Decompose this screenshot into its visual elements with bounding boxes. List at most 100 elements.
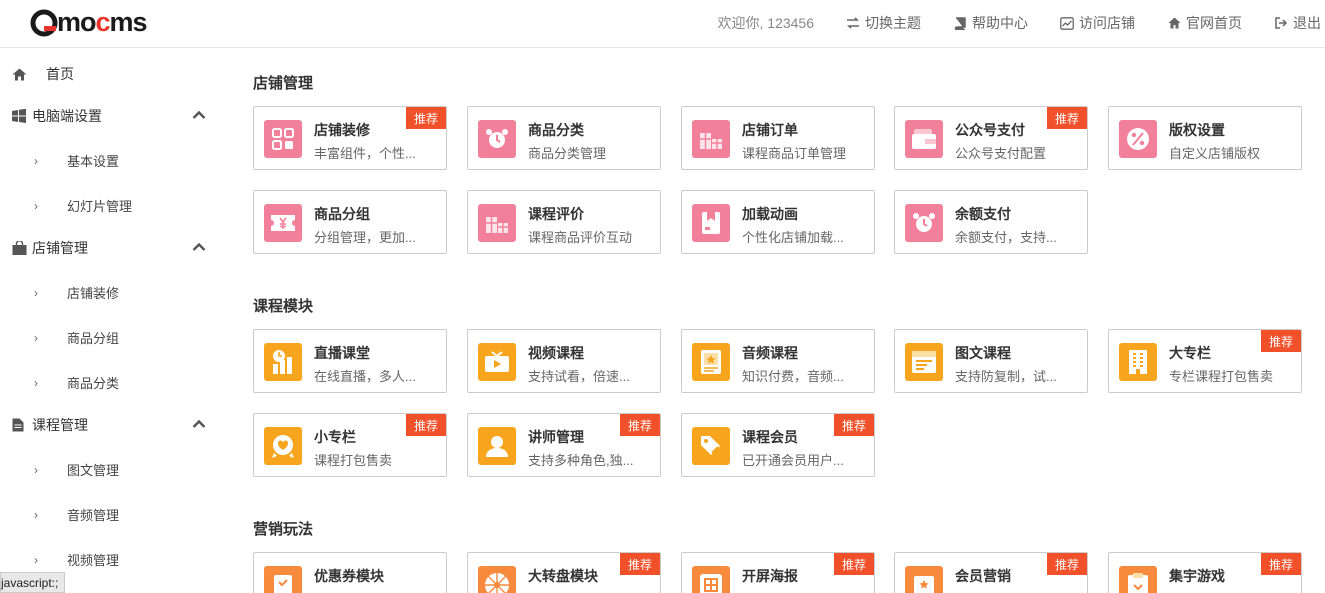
recommend-badge: 推荐 [834,414,874,436]
sidebar-item-product-category[interactable]: › 商品分类 [0,360,230,405]
module-card-title: 音频课程 [742,345,798,361]
module-card-desc: 丰富组件，个性... [314,146,416,161]
module-card-desc: 余额支付，支持... [955,230,1057,245]
sidebar-group-store[interactable]: 店铺管理 [0,226,230,270]
module-card[interactable]: 余额支付余额支付，支持... [894,190,1088,254]
module-card[interactable]: 商品分类商品分类管理 [467,106,661,170]
module-card[interactable]: 加载动画 个性化店铺加载... [681,190,875,254]
chevron-right-icon: › [34,552,38,567]
sidebar-group-store-label: 店铺管理 [32,240,88,256]
module-card-title: 加载动画 [742,206,798,222]
module-card[interactable]: 直播课堂 在线直播，多人... [253,329,447,393]
module-card[interactable]: 音频课程 知识付费，音频... [681,329,875,393]
module-card[interactable]: 店铺装修 丰富组件，个性... 推荐 [253,106,447,170]
module-card[interactable]: 大转盘模块 推荐 [467,552,661,593]
module-card[interactable]: 小专栏课程打包售卖 推荐 [253,413,447,477]
module-card-title: 课程会员 [742,429,798,445]
module-card-title: 讲师管理 [528,429,584,445]
sidebar-item-audio[interactable]: › 音频管理 [0,492,230,537]
recommend-badge: 推荐 [620,553,660,575]
sidebar-group-course[interactable]: 课程管理 [0,403,230,447]
recommend-badge: 推荐 [834,553,874,575]
module-card-desc: 课程打包售卖 [314,453,393,468]
module-card[interactable]: 课程评价 课程商品评价互动 [467,190,661,254]
module-card-desc: 商品分类管理 [528,146,607,161]
module-card-title: 版权设置 [1169,122,1225,138]
article-card-icon [905,343,943,381]
help-center-label: 帮助中心 [972,15,1028,31]
heart-badge-icon [264,427,302,465]
sidebar-item-home[interactable]: 首页 [0,52,230,96]
wheel-icon [478,566,516,593]
sidebar: 首页 电脑端设置 › 基本设置 › 幻灯片管理 店铺管理 › 店铺装修 › 商品… [0,48,230,593]
logout-label: 退出 [1293,15,1321,31]
module-card-title: 小专栏 [314,429,356,445]
module-card[interactable]: 商品分组 分组管理，更加... [253,190,447,254]
sidebar-group-pc-settings[interactable]: 电脑端设置 [0,94,230,138]
file-icon [12,418,28,432]
logo[interactable]: mocms [30,6,190,40]
sidebar-item-product-group[interactable]: › 商品分组 [0,315,230,360]
section-title-marketing: 营销玩法 [253,521,314,538]
module-card[interactable]: 开屏海报 推荐 [681,552,875,593]
module-card-desc: 课程商品订单管理 [742,146,847,161]
module-card[interactable]: 图文课程支持防复制，试... [894,329,1088,393]
module-card-title: 开屏海报 [742,568,798,584]
module-card-desc: 已开通会员用户... [742,453,844,468]
recommend-badge: 推荐 [406,414,446,436]
help-center-link[interactable]: 帮助中心 [953,13,1028,33]
module-card-title: 图文课程 [955,345,1011,361]
module-card[interactable]: 公众号支付 公众号支付配置 推荐 [894,106,1088,170]
sidebar-item-article[interactable]: › 图文管理 [0,447,230,492]
official-home-label: 官网首页 [1186,15,1242,31]
module-card-desc: 公众号支付配置 [955,146,1047,161]
sidebar-item-product-group-label: 商品分组 [67,331,120,346]
visit-store-link[interactable]: 访问店铺 [1060,13,1135,33]
module-card-title: 会员营销 [955,568,1011,584]
module-card[interactable]: 课程会员已开通会员用户... 推荐 [681,413,875,477]
chart-window-icon [1060,16,1074,30]
module-card[interactable]: 会员营销 推荐 [894,552,1088,593]
switch-theme-link[interactable]: 切换主题 [846,13,921,33]
module-card[interactable]: 店铺订单 课程商品订单管理 [681,106,875,170]
module-card[interactable]: 视频课程 支持试看，倍速... [467,329,661,393]
yen-ticket-icon [264,204,302,242]
recommend-badge: 推荐 [1261,330,1301,352]
sidebar-item-basic-settings[interactable]: › 基本设置 [0,138,230,183]
visit-store-label: 访问店铺 [1079,15,1135,31]
logout-link[interactable]: 退出 [1274,13,1321,33]
sidebar-item-home-label: 首页 [46,66,74,82]
module-card[interactable]: 大专栏 专栏课程打包售卖 推荐 [1108,329,1302,393]
module-card-title: 余额支付 [955,206,1011,222]
module-card[interactable]: 集宇游戏 推荐 [1108,552,1302,593]
switch-theme-label: 切换主题 [865,15,921,31]
wallet-icon [905,120,943,158]
qr-grid-icon [264,120,302,158]
sidebar-item-basic-settings-label: 基本设置 [67,154,120,169]
chevron-up-icon[interactable] [192,239,206,255]
percent-icon [1119,120,1157,158]
sidebar-item-video-label: 视频管理 [67,553,120,568]
sidebar-group-pc-settings-label: 电脑端设置 [32,108,102,124]
logout-icon [1274,16,1288,30]
chevron-up-icon[interactable] [192,416,206,432]
module-card-title: 商品分组 [314,206,370,222]
section-title-store: 店铺管理 [253,75,314,92]
module-card[interactable]: 讲师管理 支持多种角色,独... 推荐 [467,413,661,477]
module-card[interactable]: 版权设置 自定义店铺版权 [1108,106,1302,170]
module-card-title: 商品分类 [528,122,584,138]
sidebar-item-slides[interactable]: › 幻灯片管理 [0,183,230,228]
home-icon [1167,16,1181,30]
module-card[interactable]: 优惠券模块 [253,552,447,593]
module-card-desc: 支持防复制，试... [955,369,1057,384]
home-icon [12,68,28,81]
sidebar-item-store-decor[interactable]: › 店铺装修 [0,270,230,315]
card-star-icon [905,566,943,593]
official-home-link[interactable]: 官网首页 [1167,13,1242,33]
sidebar-item-product-category-label: 商品分类 [67,376,120,391]
bookmark-icon [692,204,730,242]
status-bar-url: javascript:; [0,572,66,593]
swap-icon [846,16,860,30]
chevron-up-icon[interactable] [192,107,206,123]
poster-icon [692,566,730,593]
